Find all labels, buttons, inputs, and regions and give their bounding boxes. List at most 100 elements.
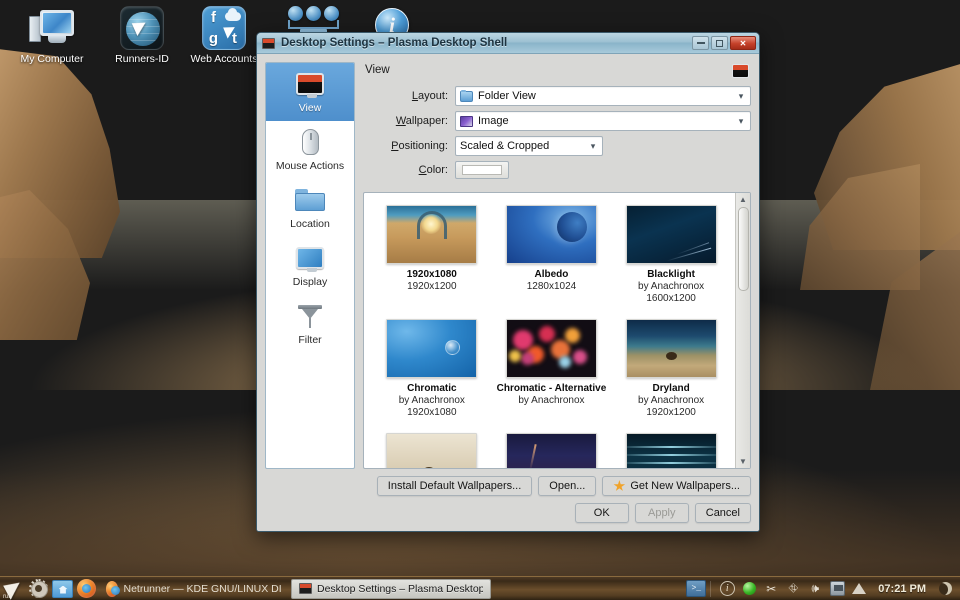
wallpaper-size: 1920x1200: [646, 407, 696, 418]
settings-sidebar: View Mouse Actions Location Display Filt…: [265, 62, 355, 469]
status-green-icon[interactable]: [741, 581, 757, 597]
scrollbar-thumb[interactable]: [737, 207, 749, 291]
launcher-label: run: [3, 593, 12, 600]
wallpaper-select[interactable]: Image ▾: [455, 111, 751, 131]
get-new-wallpapers-button[interactable]: Get New Wallpapers...: [602, 476, 751, 496]
wallpaper-scrollbar[interactable]: ▲ ▼: [735, 193, 750, 468]
web-accounts-icon: fgt: [200, 6, 248, 50]
wallpaper-item[interactable]: 1920x1080 1920x1200: [372, 201, 492, 315]
wallpaper-thumbnail: [505, 205, 597, 264]
settings-launcher-button[interactable]: [27, 578, 49, 600]
wallpaper-item[interactable]: Chromatic by Anachronox 1920x1080: [372, 315, 492, 429]
rock-formation-left-lower: [0, 190, 90, 340]
wallpaper-thumbnail: [386, 205, 478, 264]
moon-icon[interactable]: [937, 581, 953, 597]
wallpaper-item[interactable]: [611, 429, 731, 468]
wallpaper-grid: 1920x1080 1920x1200 Albedo 1280x1024 Bla…: [364, 193, 735, 468]
install-default-wallpapers-button[interactable]: Install Default Wallpapers...: [376, 476, 533, 496]
display-icon: [268, 243, 352, 273]
page-title: View: [365, 64, 390, 76]
positioning-select[interactable]: Scaled & Cropped ▾: [455, 136, 603, 156]
sidebar-item-mouse-actions[interactable]: Mouse Actions: [266, 121, 354, 179]
wallpaper-author: by Anachronox: [638, 395, 705, 406]
sidebar-item-label: Mouse Actions: [275, 160, 345, 172]
wallpaper-list: 1920x1080 1920x1200 Albedo 1280x1024 Bla…: [363, 192, 751, 469]
clock[interactable]: 07:21 PM: [873, 583, 931, 595]
chevron-down-icon: ▾: [738, 115, 744, 126]
minimize-button[interactable]: [692, 36, 709, 50]
wallpaper-author: by Anachronox: [398, 395, 465, 406]
close-button[interactable]: ✕: [730, 36, 756, 50]
info-icon[interactable]: i: [719, 581, 735, 597]
sidebar-item-location[interactable]: Location: [266, 179, 354, 237]
dialog-titlebar[interactable]: Desktop Settings – Plasma Desktop Shell …: [257, 33, 759, 54]
mouse-icon: [268, 127, 352, 157]
wallpaper-thumbnail: [625, 433, 717, 468]
wallpaper-item[interactable]: Chromatic - Alternative by Anachronox: [492, 315, 612, 429]
sidebar-item-filter[interactable]: Filter: [266, 295, 354, 353]
dialog-body: View Mouse Actions Location Display Filt…: [257, 54, 759, 469]
color-picker-button[interactable]: [455, 161, 509, 179]
monitor-icon: [732, 64, 749, 78]
wallpaper-size: 1920x1080: [407, 407, 457, 418]
wallpaper-name: Dryland: [652, 383, 690, 394]
application-launcher-button[interactable]: run: [3, 577, 25, 600]
wallpaper-item[interactable]: [372, 429, 492, 468]
network-icon[interactable]: [829, 581, 845, 597]
home-folder-icon: [51, 579, 73, 598]
terminal-icon[interactable]: >_: [686, 580, 707, 597]
layout-select[interactable]: Folder View ▾: [455, 86, 751, 106]
desktop-icon-label: Runners-ID: [115, 53, 169, 65]
desktop-icon-runners-id[interactable]: Runners-ID: [96, 6, 188, 65]
klipper-scissors-icon[interactable]: ✂: [763, 581, 779, 597]
settings-form: Layout: Folder View ▾ Wallpaper: Image ▾: [363, 84, 751, 192]
firefox-icon: [106, 580, 121, 597]
sidebar-item-label: Display: [292, 276, 328, 288]
show-hidden-icon[interactable]: [851, 581, 867, 597]
desktop-icon-my-computer[interactable]: My Computer: [6, 6, 98, 65]
chevron-down-icon: ▾: [738, 90, 744, 101]
sidebar-item-label: Location: [290, 218, 330, 230]
plasma-balls-widget: [288, 6, 339, 33]
maximize-button[interactable]: [711, 36, 728, 50]
globe-cursor-icon: [118, 6, 166, 50]
sidebar-item-display[interactable]: Display: [266, 237, 354, 295]
taskbar-task-netrunner[interactable]: Netrunner — KDE GNU/LINUX DISTRIBUT: [99, 579, 289, 599]
image-icon: [460, 115, 473, 127]
wallpaper-item[interactable]: Albedo 1280x1024: [492, 201, 612, 315]
color-label: Color:: [418, 164, 448, 176]
open-button[interactable]: Open...: [538, 476, 597, 496]
settings-pane: View Layout: Folder View ▾ Wallpaper: Im…: [363, 62, 751, 469]
chevron-down-icon: ▾: [590, 140, 596, 151]
firefox-icon: [76, 579, 96, 598]
monitor-icon: [268, 69, 352, 99]
tray-separator: [710, 580, 712, 597]
wallpaper-item[interactable]: Dryland by Anachronox 1920x1200: [611, 315, 731, 429]
dialog-footer: Install Default Wallpapers... Open... Ge…: [257, 469, 759, 531]
scrollbar-track[interactable]: [737, 205, 750, 456]
scroll-up-icon[interactable]: ▲: [738, 194, 749, 205]
wallpaper-name: Chromatic - Alternative: [496, 383, 607, 394]
filter-icon: [268, 301, 352, 331]
window-controls: ✕: [692, 36, 756, 50]
rock-formation-left: [0, 48, 120, 258]
wallpaper-item[interactable]: Blacklight by Anachronox 1600x1200: [611, 201, 731, 315]
get-new-wallpapers-label: Get New Wallpapers...: [630, 480, 740, 492]
color-row: Color:: [363, 161, 751, 179]
ok-button[interactable]: OK: [574, 503, 629, 523]
firefox-launcher-button[interactable]: [75, 578, 97, 600]
scroll-down-icon[interactable]: ▼: [738, 456, 749, 467]
color-swatch: [462, 165, 502, 175]
file-manager-launcher-button[interactable]: [51, 578, 73, 600]
wallpaper-thumbnail: [505, 433, 597, 468]
layout-label: Layout:: [411, 90, 448, 102]
wallpaper-item[interactable]: [492, 429, 612, 468]
connection-icon[interactable]: ⛗: [785, 581, 801, 597]
sidebar-item-view[interactable]: View: [266, 63, 354, 121]
wallpaper-thumbnail: [386, 319, 478, 378]
taskbar: run Netrunner — KDE GNU/LINUX DISTRIBUT …: [0, 576, 960, 600]
apply-button[interactable]: Apply: [634, 503, 689, 523]
taskbar-task-desktop-settings[interactable]: Desktop Settings – Plasma Desktop Shell: [291, 578, 491, 599]
cancel-button[interactable]: Cancel: [694, 503, 751, 523]
volume-icon[interactable]: 🕪: [807, 581, 823, 597]
